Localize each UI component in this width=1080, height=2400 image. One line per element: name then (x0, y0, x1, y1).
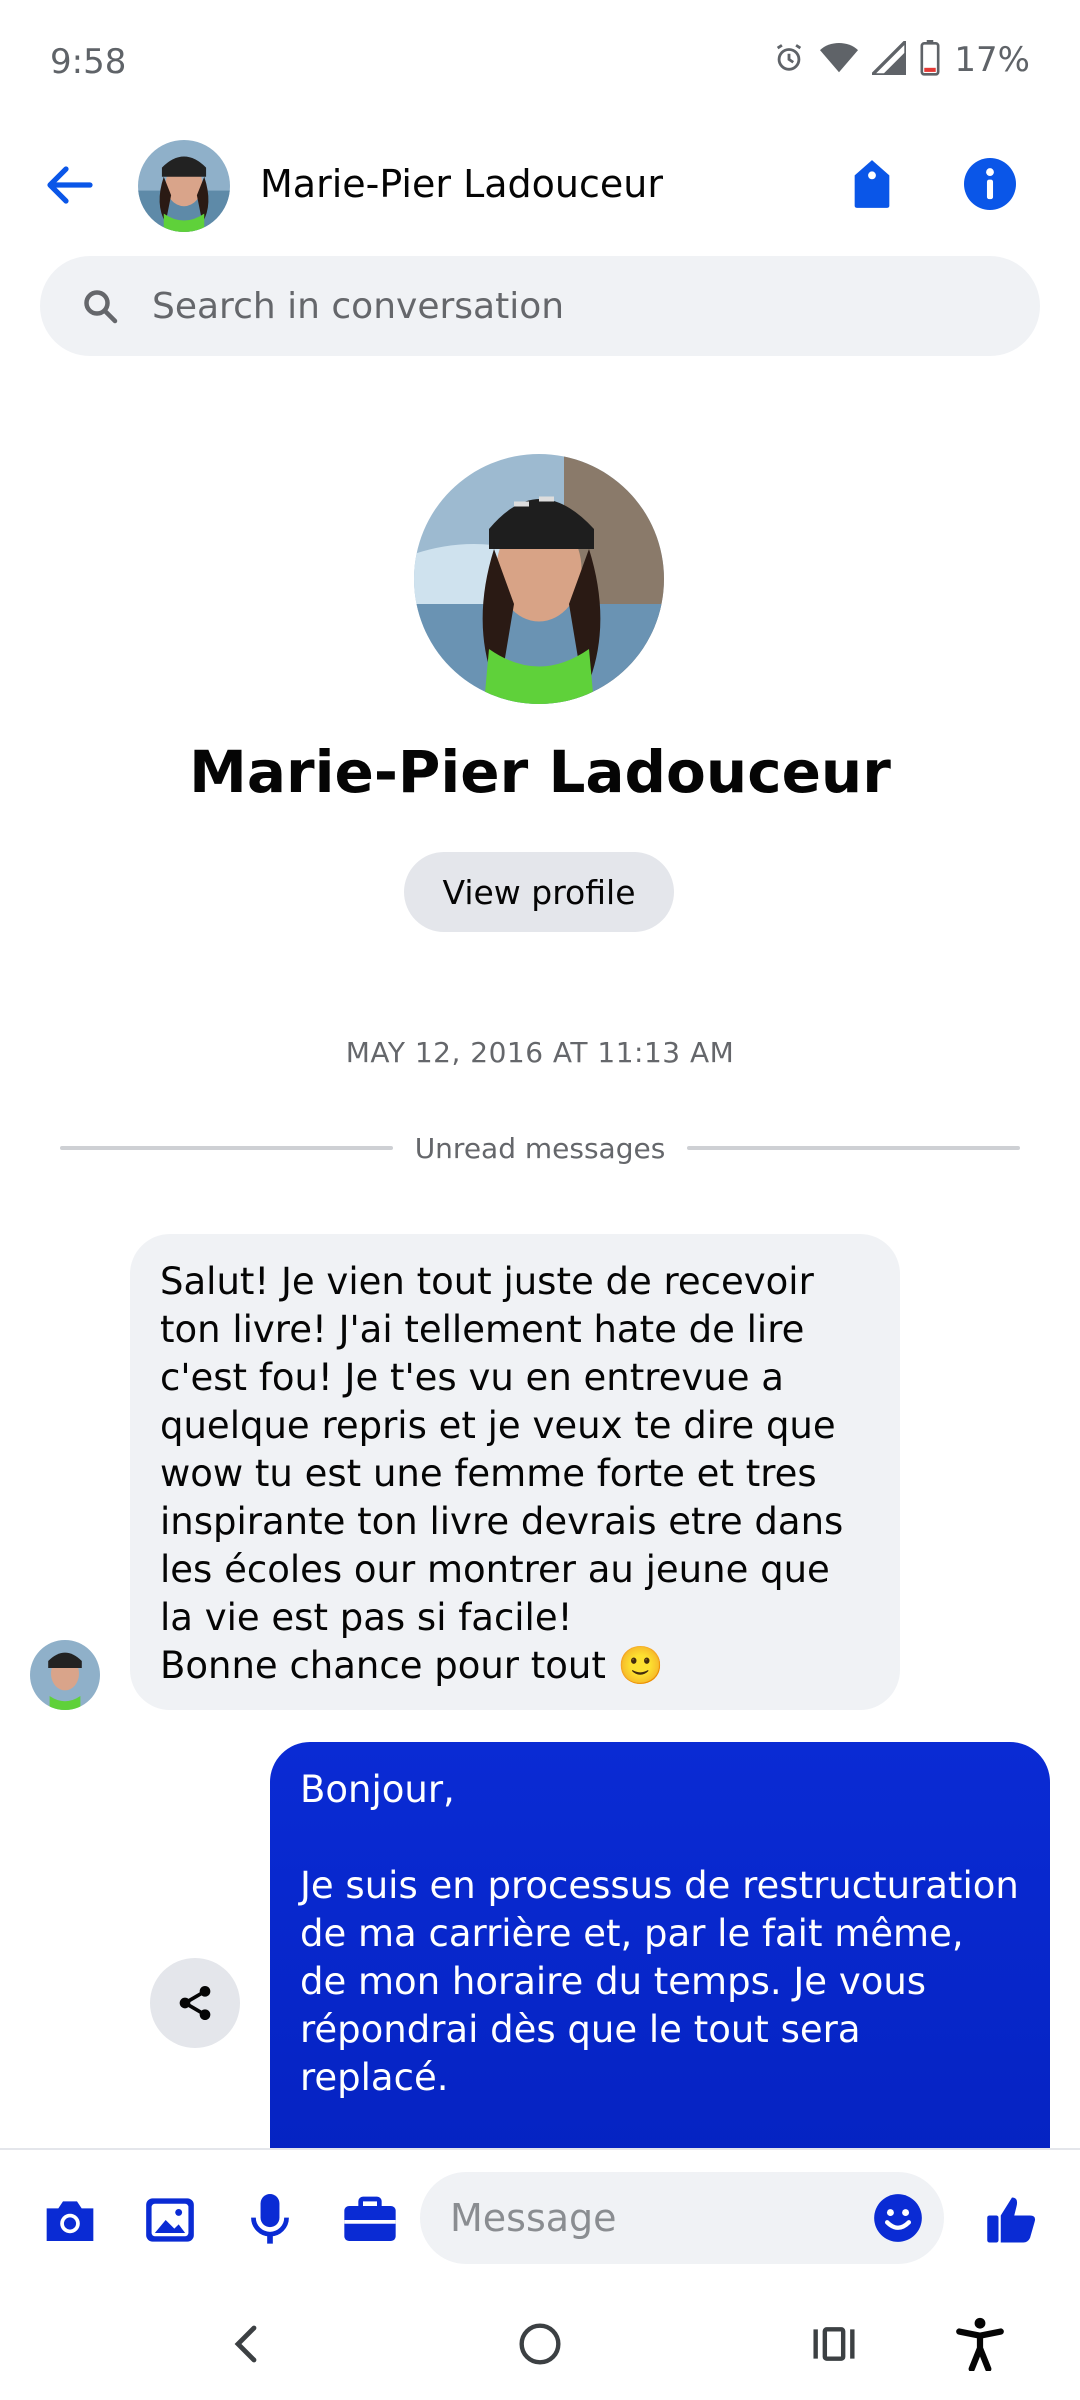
avatar-photo (138, 140, 230, 232)
briefcase-icon (344, 2196, 396, 2241)
outgoing-message[interactable]: Bonjour, Je suis en processus de restruc… (270, 1742, 1050, 2162)
search-placeholder: Search in conversation (152, 285, 565, 327)
nav-recents-button[interactable] (804, 2314, 864, 2374)
accessibility-button[interactable] (950, 2314, 1010, 2374)
conversation-header: Marie-Pier Ladouceur (0, 130, 1080, 240)
status-icons: 17% (772, 36, 1030, 80)
gallery-icon (146, 2198, 194, 2242)
unread-divider: Unread messages (60, 1128, 1020, 1168)
recents-icon (813, 2327, 855, 2361)
unread-label: Unread messages (414, 1131, 666, 1165)
tag-icon (854, 160, 890, 208)
divider-line (687, 1146, 1020, 1150)
nav-home-button[interactable] (510, 2314, 570, 2374)
back-button[interactable] (40, 155, 100, 215)
home-circle-icon (519, 2323, 561, 2365)
back-arrow-icon (47, 166, 93, 204)
profile-photo (414, 454, 664, 704)
battery-percent: 17% (954, 40, 1030, 80)
toolbox-button[interactable] (340, 2190, 400, 2250)
info-button[interactable] (960, 154, 1020, 214)
microphone-button[interactable] (240, 2190, 300, 2250)
header-avatar[interactable] (138, 140, 230, 232)
battery-icon (920, 40, 940, 80)
camera-button[interactable] (40, 2190, 100, 2250)
wifi-icon (820, 41, 859, 79)
message-composer: Message (0, 2148, 1080, 2288)
like-button[interactable] (982, 2190, 1042, 2250)
alarm-icon (772, 41, 806, 79)
emoji-button[interactable] (868, 2188, 928, 2248)
divider-line (60, 1146, 393, 1150)
signal-icon (868, 36, 909, 79)
profile-name: Marie-Pier Ladouceur (189, 738, 891, 806)
view-profile-button[interactable]: View profile (404, 852, 674, 932)
message-input[interactable]: Message (420, 2172, 944, 2264)
search-icon (80, 286, 120, 326)
message-placeholder: Message (450, 2196, 617, 2240)
header-contact-name[interactable]: Marie-Pier Ladouceur (260, 162, 663, 206)
system-navigation-bar (0, 2288, 1080, 2400)
tag-button[interactable] (842, 154, 902, 214)
microphone-icon (251, 2194, 289, 2244)
share-icon (179, 1986, 211, 2020)
accessibility-icon (956, 2317, 1004, 2371)
gallery-button[interactable] (140, 2190, 200, 2250)
conversation-timestamp: MAY 12, 2016 AT 11:13 AM (345, 1036, 735, 1069)
emoji-icon (874, 2194, 922, 2242)
status-time: 9:58 (50, 42, 127, 82)
thumbs-up-icon (987, 2197, 1036, 2243)
search-in-conversation[interactable]: Search in conversation (40, 256, 1040, 356)
sender-avatar[interactable] (30, 1640, 100, 1710)
chevron-left-icon (234, 2325, 257, 2363)
profile-avatar[interactable] (414, 454, 664, 704)
incoming-message[interactable]: Salut! Je vien tout juste de recevoir to… (130, 1234, 900, 1710)
camera-icon (46, 2201, 94, 2241)
share-button[interactable] (150, 1958, 240, 2048)
info-icon (964, 158, 1016, 210)
status-bar: 9:58 17% (0, 0, 1080, 120)
nav-back-button[interactable] (216, 2314, 276, 2374)
